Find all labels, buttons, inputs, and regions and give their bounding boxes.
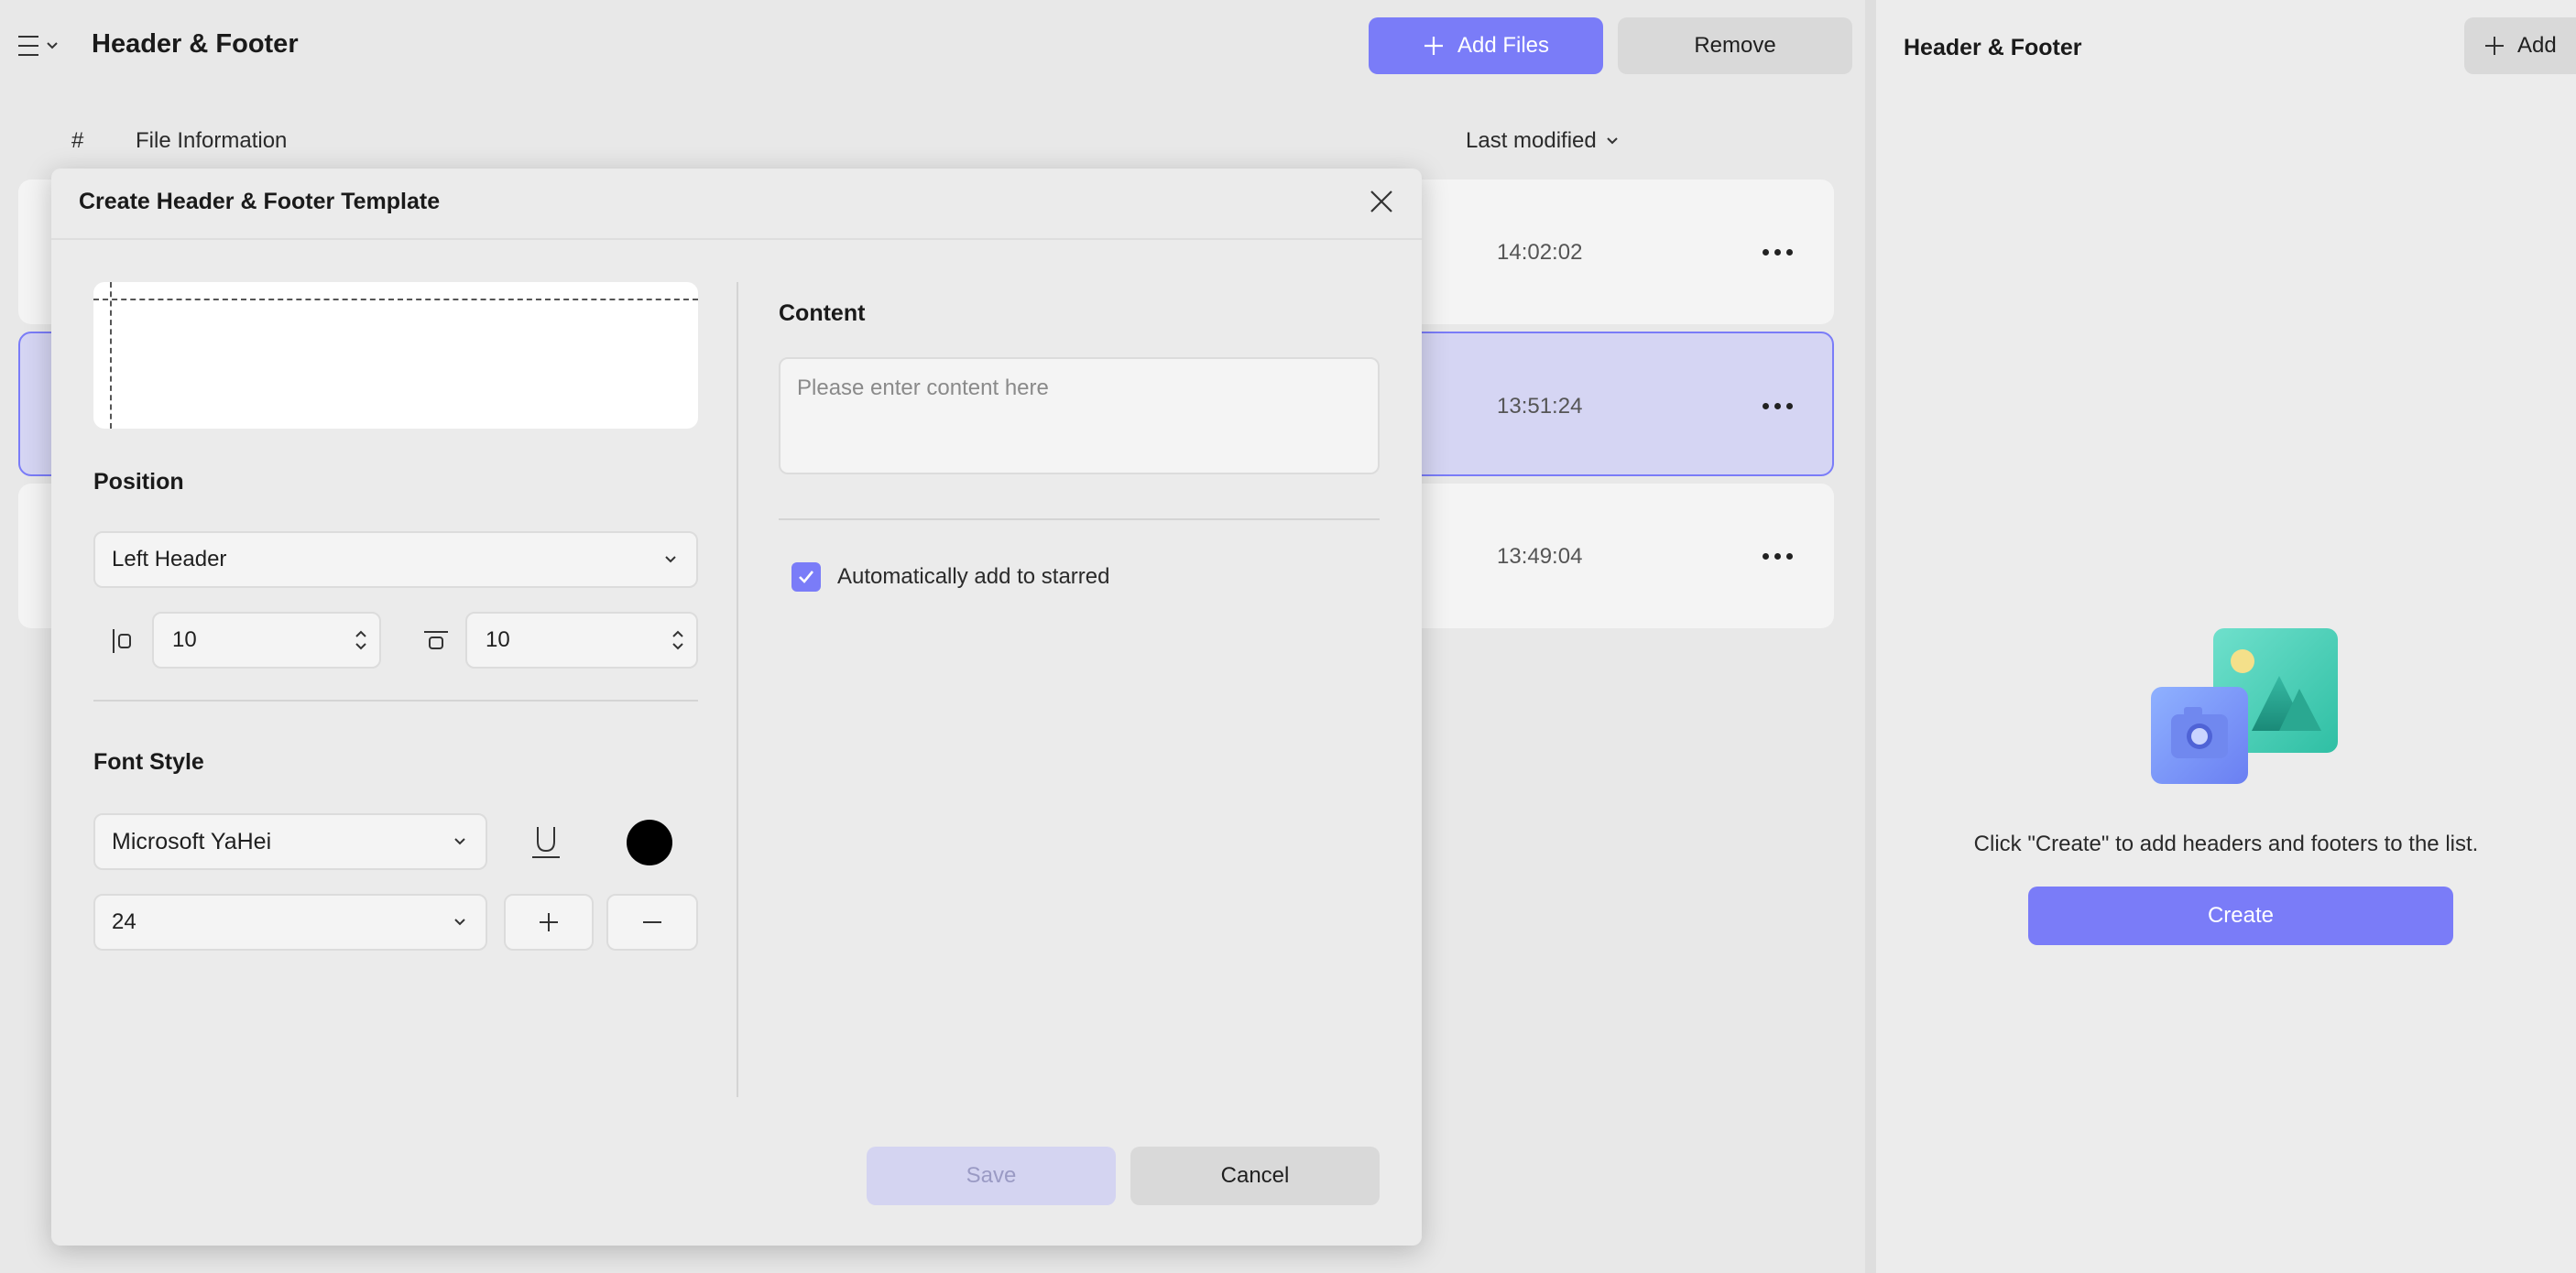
save-label: Save [966,1163,1017,1188]
cancel-button[interactable]: Cancel [1130,1147,1380,1205]
auto-star-checkbox[interactable] [791,562,821,592]
dialog-header-divider [51,238,1422,240]
content-divider [779,518,1380,520]
add-files-button[interactable]: Add Files [1369,17,1603,74]
font-size-select[interactable]: 24 [93,894,487,951]
position-value: Left Header [112,547,227,571]
more-button[interactable] [1755,392,1799,419]
more-button[interactable] [1755,542,1799,570]
underline-icon [532,827,560,858]
underline-button[interactable] [518,815,573,870]
chevron-down-icon [47,42,58,49]
right-panel-title: Header & Footer [1904,35,2082,60]
chevron-down-icon[interactable] [354,642,368,651]
row-time: 13:51:24 [1497,394,1583,419]
column-number: # [71,128,84,153]
dialog-column-divider [737,282,738,1097]
row-time: 14:02:02 [1497,240,1583,265]
more-button[interactable] [1755,238,1799,266]
page-title: Header & Footer [92,29,299,59]
right-panel: Header & Footer Add Click "Create" to ad… [1876,0,2576,1273]
add-template-button[interactable]: Add [2464,17,2576,74]
plus-icon [1424,37,1443,55]
position-select[interactable]: Left Header [93,531,698,588]
save-button[interactable]: Save [867,1147,1116,1205]
chevron-down-icon [454,919,465,926]
left-margin-icon [104,623,141,659]
chevron-up-icon[interactable] [354,629,368,638]
plus-icon [540,913,558,931]
remove-button[interactable]: Remove [1618,17,1852,74]
more-icon [1762,248,1769,256]
panel-divider[interactable] [1865,0,1876,1273]
add-files-label: Add Files [1457,33,1550,58]
left-margin-stepper[interactable]: 10 [152,612,381,669]
more-icon [1762,552,1769,560]
column-last-modified[interactable]: Last modified [1466,128,1619,154]
check-icon [799,571,814,583]
top-margin-icon [418,623,454,659]
close-icon [1370,190,1392,212]
create-template-dialog: Create Header & Footer Template Position… [51,169,1422,1246]
empty-state-text: Click "Create" to add headers and footer… [1973,832,2479,856]
font-family-value: Microsoft YaHei [112,828,272,854]
main-header: Header & Footer Add Files Remove [0,0,1865,92]
menu-button[interactable] [18,27,66,64]
auto-star-label: Automatically add to starred [837,564,1110,589]
chevron-down-icon [1607,137,1618,145]
font-style-label: Font Style [93,749,204,775]
left-margin-value: 10 [172,627,197,652]
increase-font-button[interactable] [504,894,594,951]
top-margin-stepper[interactable]: 10 [465,612,698,669]
menu-icon [18,36,38,56]
create-label: Create [2207,903,2275,928]
preview-margin-top-line [93,299,698,300]
decrease-font-button[interactable] [606,894,698,951]
font-family-select[interactable]: Microsoft YaHei [93,813,487,870]
plus-icon [2485,37,2504,55]
content-label: Content [779,300,866,326]
auto-star-option[interactable]: Automatically add to starred [791,562,1109,592]
font-size-value: 24 [112,909,136,934]
dialog-title: Create Header & Footer Template [79,189,441,214]
column-file-information[interactable]: File Information [136,128,287,154]
create-button[interactable]: Create [2028,887,2453,945]
chevron-up-icon[interactable] [671,629,685,638]
last-modified-label: Last modified [1466,128,1597,153]
chevron-down-icon [454,838,465,845]
preview-margin-left-line [110,282,112,429]
layout-preview [93,282,698,429]
position-label: Position [93,469,184,495]
section-divider [93,700,698,702]
chevron-down-icon[interactable] [671,642,685,651]
content-textarea[interactable] [779,357,1380,474]
font-color-swatch[interactable] [627,820,672,865]
add-template-label: Add [2517,33,2557,58]
row-time: 13:49:04 [1497,544,1583,569]
cancel-label: Cancel [1220,1163,1290,1188]
minus-icon [643,921,661,923]
image-camera-illustration [2151,628,2338,784]
top-margin-value: 10 [486,627,510,652]
remove-label: Remove [1694,33,1776,58]
close-button[interactable] [1363,183,1400,220]
chevron-down-icon [665,556,676,563]
more-icon [1762,402,1769,409]
